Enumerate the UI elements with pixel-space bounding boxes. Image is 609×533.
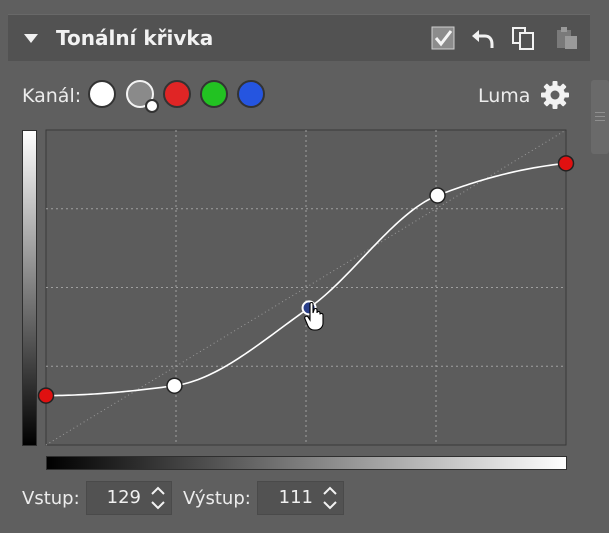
output-field[interactable]: 111 xyxy=(257,481,344,515)
output-spinner[interactable] xyxy=(317,482,343,514)
increment-arrow-icon xyxy=(323,486,337,495)
output-value[interactable]: 111 xyxy=(279,487,313,508)
input-field[interactable]: 129 xyxy=(86,481,172,515)
tone-curve-editor[interactable] xyxy=(0,0,609,533)
increment-arrow-icon xyxy=(151,486,165,495)
curve-endpoint-handle[interactable] xyxy=(557,155,575,172)
decrement-arrow-icon xyxy=(323,501,337,510)
input-label: Vstup: xyxy=(22,488,80,509)
output-label: Výstup: xyxy=(183,488,251,509)
input-value[interactable]: 129 xyxy=(107,487,141,508)
curve-point-handle[interactable] xyxy=(166,377,183,394)
curve-endpoint-handle[interactable] xyxy=(37,387,55,404)
curve-point-handle[interactable] xyxy=(429,187,446,204)
input-spinner[interactable] xyxy=(145,482,171,514)
decrement-arrow-icon xyxy=(151,501,165,510)
